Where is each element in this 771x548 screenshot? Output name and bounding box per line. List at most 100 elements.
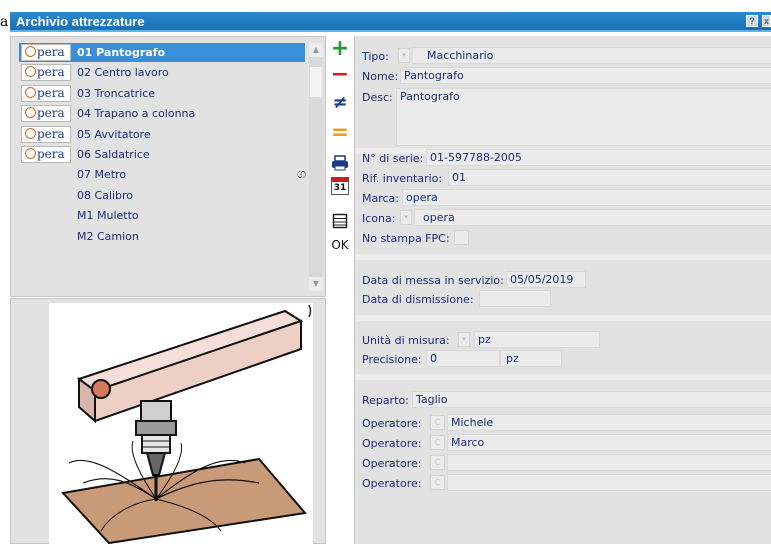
scroll-down-icon[interactable]: ▼ [309,277,323,291]
logo-ring-icon [25,46,36,57]
nostampa-checkbox[interactable] [454,230,469,245]
icona-label: Icona: [362,212,396,225]
operatore-label: Operatore: [362,417,422,430]
add-record-button[interactable]: + [328,38,352,60]
calendar-icon: 31 [331,177,349,195]
logo-text: pera [37,45,65,59]
precisione-unit: pz [500,350,562,367]
list-item-label: 03 Troncatrice [77,86,156,100]
operatore-label: Operatore: [362,437,422,450]
list-item-label: 01 Pantografo [77,46,166,59]
desc-field[interactable]: Pantografo [396,88,771,146]
logo-ring-icon [25,86,36,98]
logo-text: pera [37,65,65,80]
data-servizio-field[interactable]: 05/05/2019 [506,271,586,288]
reparto-field[interactable]: Taglio [412,391,771,408]
nome-field[interactable]: Pantografo [400,67,771,84]
compare-record-button[interactable]: ≠ [328,92,352,114]
operatore-clear-button[interactable]: C [430,435,445,450]
settings-icon[interactable]: ග [297,167,306,182]
desc-label: Desc: [362,91,393,104]
table-icon [332,213,348,229]
tipo-label: Tipo: [362,50,389,63]
equipment-image-pane [10,298,326,545]
brand-logo-icon: pera [21,146,71,163]
reparto-label: Reparto: [362,394,409,407]
printer-icon [332,155,348,171]
brand-logo-icon: pera [21,64,71,82]
equipment-form: Tipo: ▾ Macchinario Nome: Pantografo Des… [354,36,771,544]
scroll-thumb[interactable] [310,67,322,97]
operatore-clear-button[interactable]: C [430,475,445,490]
list-item-label: 05 Avvitatore [77,127,151,141]
brand-logo-icon: pera [21,105,71,123]
precisione-field[interactable]: 0 [426,350,500,367]
list-item[interactable]: pera 02 Centro lavoro [19,63,305,82]
calendar-day: 31 [333,183,347,193]
data-dismissione-field[interactable] [479,290,551,307]
list-item[interactable]: pera 01 Pantografo [19,43,305,62]
list-item-label: 07 Metro [77,168,127,182]
list-item[interactable]: 08 Calibro [19,186,305,205]
close-button[interactable]: x [762,15,771,27]
calendar-button[interactable]: 31 [328,176,352,198]
precisione-label: Precisione: [362,353,422,366]
logo-text: pera [37,85,65,100]
section-divider [355,315,771,321]
brand-logo-icon: pera [21,125,71,143]
unita-dropdown-icon[interactable]: ▾ [458,332,470,347]
list-item[interactable]: M1 Muletto [19,206,305,225]
operatore-field[interactable] [447,474,771,491]
marca-field[interactable]: opera [402,189,771,206]
scroll-up-icon[interactable]: ▲ [309,43,323,57]
operatore-clear-button[interactable]: C [430,415,445,430]
inventario-field[interactable]: 01 [448,169,771,186]
list-item-label: 02 Centro lavoro [77,66,169,80]
tipo-dropdown-icon[interactable]: ▾ [398,48,410,63]
list-item-label: 06 Saldatrice [77,148,150,161]
list-item-label: 04 Trapano a colonna [77,107,196,121]
icona-field[interactable]: opera [414,209,771,226]
duplicate-record-button[interactable]: = [328,122,352,144]
app-window: a Archivio attrezzature ? x pera 01 Panto… [0,0,771,545]
operatore-label: Operatore: [362,477,422,490]
logo-text: pera [37,147,65,161]
list-item[interactable]: M2 Camion [19,227,305,246]
unita-field[interactable]: pz [474,331,600,348]
icona-dropdown-icon[interactable]: ▾ [400,210,412,225]
operatore-field[interactable]: Marco [447,434,771,451]
help-button[interactable]: ? [746,15,758,27]
brand-logo-icon: pera [21,44,71,61]
tipo-field[interactable]: Macchinario [412,47,771,64]
list-scrollbar[interactable]: ▲ ▼ [309,43,323,291]
brand-logo-icon: pera [21,84,71,102]
table-view-button[interactable] [328,210,352,232]
print-button[interactable] [328,152,352,174]
data-servizio-label: Data di messa in servizio: [362,274,504,287]
delete-record-button[interactable]: − [328,64,352,86]
section-divider [355,374,771,380]
list-item[interactable]: pera 06 Saldatrice [19,145,305,164]
pantograph-illustration [61,304,312,545]
list-item[interactable]: 07 Metro [19,165,305,184]
serie-field[interactable]: 01-597788-2005 [426,149,771,166]
list-item[interactable]: pera 05 Avvitatore [19,125,305,144]
operatore-field[interactable]: Michele [447,414,771,431]
operatore-label: Operatore: [362,457,422,470]
operatore-clear-button[interactable]: C [430,455,445,470]
list-item[interactable]: pera 04 Trapano a colonna [19,104,305,123]
equipment-list: pera 01 Pantografo pera 02 Centro lavoro per… [10,36,326,297]
ok-button[interactable]: OK [328,234,352,256]
window-title: Archivio attrezzature [16,14,145,29]
logo-ring-icon [25,107,36,119]
inventario-label: Rif. inventario: [362,172,443,185]
logo-ring-icon [25,127,36,139]
section-divider [355,254,771,260]
marca-label: Marca: [362,192,400,205]
background-text-fragment: a [0,14,9,30]
operatore-field[interactable] [447,454,771,471]
unita-label: Unità di misura: [362,334,450,347]
list-item[interactable]: pera 03 Troncatrice [19,84,305,103]
title-bar: Archivio attrezzature ? x [10,12,771,32]
logo-text: pera [37,126,65,141]
